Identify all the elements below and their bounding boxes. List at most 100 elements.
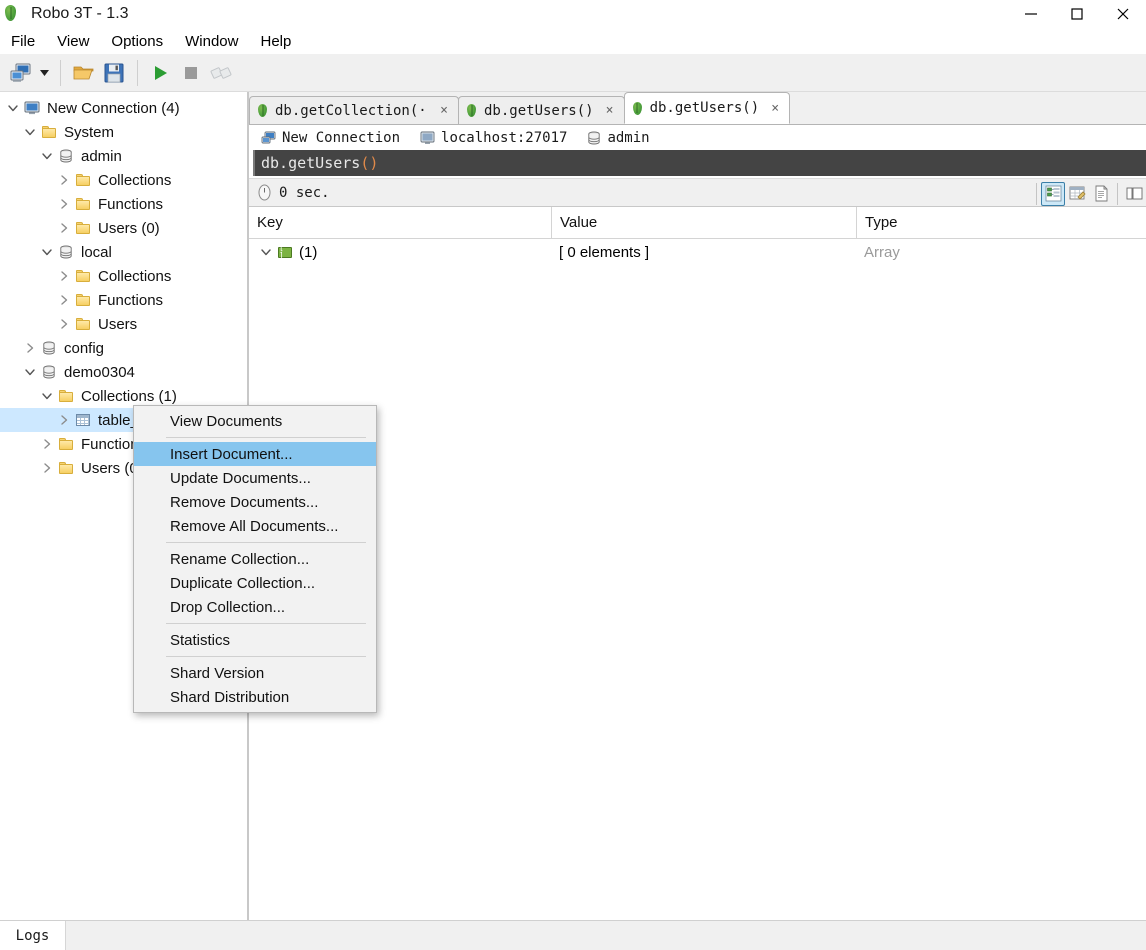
tree-item-users-0[interactable]: Users (0) xyxy=(0,216,247,240)
tree-item-label: Users xyxy=(98,315,138,333)
tab-close-icon[interactable]: × xyxy=(602,103,618,119)
chevron-right-icon[interactable] xyxy=(55,216,73,240)
chevron-down-icon[interactable] xyxy=(38,384,56,408)
chevron-right-icon[interactable] xyxy=(21,336,39,360)
chevron-down-icon[interactable] xyxy=(21,120,39,144)
text-view-icon[interactable] xyxy=(1089,182,1113,206)
mongo-leaf-icon xyxy=(258,104,267,117)
close-icon[interactable] xyxy=(1100,0,1146,28)
tree-item-collections[interactable]: Collections xyxy=(0,168,247,192)
mongo-leaf-icon xyxy=(467,104,476,117)
toolbar-separator xyxy=(137,59,138,86)
mongo-leaf-icon xyxy=(632,101,642,115)
context-menu-item-update-documents[interactable]: Update Documents... xyxy=(134,466,376,490)
menu-window[interactable]: Window xyxy=(174,31,249,52)
tree-item-admin[interactable]: admin xyxy=(0,144,247,168)
tree-item-system[interactable]: System xyxy=(0,120,247,144)
tree-item-label: System xyxy=(64,123,115,141)
folder-icon xyxy=(73,264,93,288)
folder-open-icon[interactable] xyxy=(69,58,99,88)
maximize-icon[interactable] xyxy=(1054,0,1100,28)
computer-icon xyxy=(22,96,42,120)
chevron-down-icon[interactable] xyxy=(36,58,52,88)
context-menu-item-view-documents[interactable]: View Documents xyxy=(134,409,376,433)
tree-item-functions[interactable]: Functions xyxy=(0,192,247,216)
tree-item-demo0304[interactable]: demo0304 xyxy=(0,360,247,384)
menu-help[interactable]: Help xyxy=(249,31,302,52)
table-view-icon[interactable] xyxy=(1065,182,1089,206)
result-type-cell: Array xyxy=(864,243,900,261)
tree-item-functions[interactable]: Functions xyxy=(0,288,247,312)
tree-item-config[interactable]: config xyxy=(0,336,247,360)
result-key-label: (1) xyxy=(299,243,318,261)
chevron-right-icon[interactable] xyxy=(38,432,56,456)
context-menu-separator xyxy=(166,656,366,657)
context-menu-item-shard-version[interactable]: Shard Version xyxy=(134,661,376,685)
context-menu-item-duplicate-collection[interactable]: Duplicate Collection... xyxy=(134,571,376,595)
computer-connect-icon[interactable] xyxy=(6,58,36,88)
result-row[interactable]: [ ] (1) [ 0 elements ] Array xyxy=(249,239,1146,265)
tree-item-label: New Connection (4) xyxy=(47,99,180,117)
breadcrumb-item: admin xyxy=(581,130,650,146)
tab-close-icon[interactable]: × xyxy=(436,103,452,119)
tree-item-local[interactable]: local xyxy=(0,240,247,264)
view-separator xyxy=(1036,182,1037,205)
tab-label: db.getCollection(··· xyxy=(275,102,428,119)
context-menu-item-remove-documents[interactable]: Remove Documents... xyxy=(134,490,376,514)
split-view-icon[interactable] xyxy=(1122,182,1146,206)
tree-item-label: local xyxy=(81,243,112,261)
folder-icon xyxy=(73,288,93,312)
results-column-type[interactable]: Type xyxy=(856,206,1146,239)
tree-item-label: Collections xyxy=(98,267,172,285)
chevron-right-icon[interactable] xyxy=(55,288,73,312)
chevron-right-icon[interactable] xyxy=(55,264,73,288)
context-menu-item-rename-collection[interactable]: Rename Collection... xyxy=(134,547,376,571)
split-orientation-icon[interactable] xyxy=(206,58,236,88)
context-menu-item-shard-distribution[interactable]: Shard Distribution xyxy=(134,685,376,709)
context-menu-item-insert-document[interactable]: Insert Document... xyxy=(134,442,376,466)
context-menu-item-remove-all-documents[interactable]: Remove All Documents... xyxy=(134,514,376,538)
chevron-down-icon[interactable] xyxy=(257,240,275,264)
tree-item-new-connection-4[interactable]: New Connection (4) xyxy=(0,96,247,120)
chevron-down-icon[interactable] xyxy=(38,240,56,264)
menu-options[interactable]: Options xyxy=(100,31,174,52)
results-rows: [ ] (1) [ 0 elements ] Array xyxy=(249,239,1146,920)
collection-context-menu[interactable]: View Documents Insert Document... Update D… xyxy=(133,405,377,713)
tree-item-collections[interactable]: Collections xyxy=(0,264,247,288)
minimize-icon[interactable] xyxy=(1008,0,1054,28)
menu-view[interactable]: View xyxy=(46,31,100,52)
query-tab-active[interactable]: db.getUsers() × xyxy=(623,92,791,124)
results-column-value[interactable]: Value xyxy=(551,206,856,239)
logs-tab[interactable]: Logs xyxy=(0,921,66,950)
folder-icon xyxy=(56,432,76,456)
chevron-right-icon[interactable] xyxy=(55,408,73,432)
robo3t-window: Robo 3T - 1.3 File View Options Window H… xyxy=(0,0,1146,950)
database-icon xyxy=(56,144,76,168)
chevron-down-icon[interactable] xyxy=(4,96,22,120)
tab-close-icon[interactable]: × xyxy=(767,100,783,116)
result-key-cell: [ ] (1) xyxy=(249,239,551,265)
results-column-key[interactable]: Key xyxy=(249,207,551,239)
chevron-right-icon[interactable] xyxy=(38,456,56,480)
tree-view-icon[interactable] xyxy=(1041,181,1065,206)
results-column-header: Key Value Type xyxy=(249,206,1146,239)
window-title: Robo 3T - 1.3 xyxy=(31,5,129,22)
stop-square-icon[interactable] xyxy=(176,58,206,88)
menu-file[interactable]: File xyxy=(0,31,46,52)
chevron-down-icon[interactable] xyxy=(21,360,39,384)
chevron-right-icon[interactable] xyxy=(55,312,73,336)
context-menu-item-drop-collection[interactable]: Drop Collection... xyxy=(134,595,376,619)
folder-icon xyxy=(56,384,76,408)
play-icon[interactable] xyxy=(146,58,176,88)
query-tab[interactable]: db.getUsers() × xyxy=(458,96,625,124)
context-menu-item-statistics[interactable]: Statistics xyxy=(134,628,376,652)
breadcrumb: New Connection localhost:27017 admin xyxy=(249,125,1146,150)
tree-item-label: demo0304 xyxy=(64,363,135,381)
tree-item-users[interactable]: Users xyxy=(0,312,247,336)
chevron-down-icon[interactable] xyxy=(38,144,56,168)
query-tab[interactable]: db.getCollection(··· × xyxy=(249,96,459,124)
query-editor[interactable]: db.getUsers() xyxy=(253,150,1146,176)
chevron-right-icon[interactable] xyxy=(55,168,73,192)
chevron-right-icon[interactable] xyxy=(55,192,73,216)
floppy-save-icon[interactable] xyxy=(99,58,129,88)
